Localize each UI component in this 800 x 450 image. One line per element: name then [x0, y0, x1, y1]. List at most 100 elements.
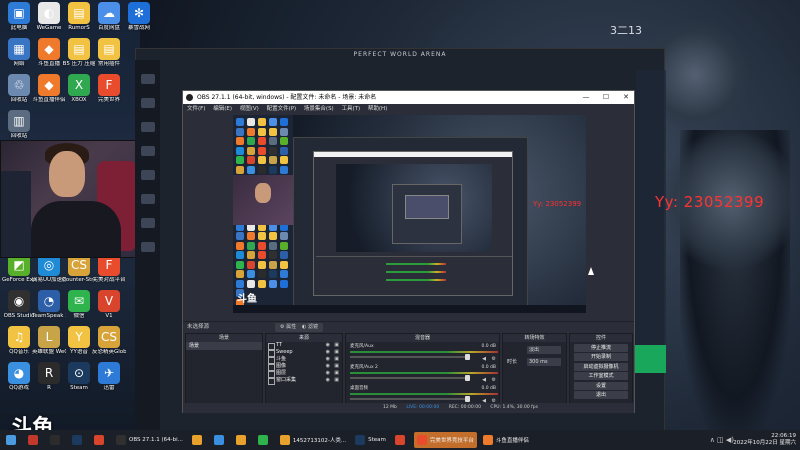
obs-preview[interactable]: Yy: 23052399 斗鱼 — [233, 115, 586, 313]
menu-view[interactable]: 视图(V) — [240, 106, 259, 112]
menu-tools[interactable]: 工具(T) — [341, 106, 360, 112]
taskbar-app[interactable]: OBS 27.1.1 (64-bi... — [113, 432, 186, 448]
desktop-icon[interactable]: ▤ B5 压力 压缩 — [62, 38, 96, 68]
menu-file[interactable]: 文件(F) — [187, 106, 205, 112]
volume-slider[interactable] — [350, 354, 470, 360]
arena-side-button[interactable] — [140, 98, 155, 108]
volume-slider[interactable] — [350, 396, 470, 402]
maximize-button[interactable]: ☐ — [596, 91, 616, 104]
desktop-icon[interactable]: ▣ 此电脑 — [2, 2, 36, 32]
eye-icon[interactable]: ◉ — [326, 377, 330, 384]
taskbar-app[interactable] — [91, 432, 110, 448]
desktop-icon[interactable]: ◩GeForce Experience — [2, 254, 36, 284]
start-recording-button[interactable]: 开始录制 — [574, 353, 628, 361]
taskbar-app[interactable] — [47, 432, 66, 448]
lock-icon[interactable]: ▣ — [334, 356, 339, 363]
duration-input[interactable]: 300 ms — [527, 358, 561, 366]
studio-mode-button[interactable]: 工作室模式 — [574, 372, 628, 380]
system-tray-icons[interactable]: ∧ ◫ ◀) — [710, 436, 734, 444]
eye-icon[interactable]: ◉ — [326, 363, 330, 370]
menu-help[interactable]: 帮助(H) — [368, 106, 387, 112]
arena-side-button[interactable] — [140, 218, 155, 228]
desktop-icon[interactable]: ◉ OBS Studio — [2, 290, 36, 320]
arena-side-button[interactable] — [140, 146, 155, 156]
desktop-icon[interactable]: ◆ 斗鱼直播 — [32, 38, 66, 68]
source-item[interactable]: 图像 ◉ ▣ — [266, 363, 342, 371]
taskbar-app[interactable] — [189, 432, 208, 448]
desktop-icon[interactable]: ✉ 微信 — [62, 290, 96, 320]
speaker-icon[interactable]: ◀ — [482, 377, 486, 383]
close-button[interactable]: ✕ — [616, 91, 636, 104]
desktop-icon[interactable]: F 完美世界 — [92, 74, 126, 104]
desktop-icon[interactable]: Y YY语音 — [62, 326, 96, 356]
taskbar-app[interactable]: 1452713102-人类... — [277, 432, 349, 448]
desktop-icon[interactable]: RR — [32, 362, 66, 392]
desktop-icon[interactable]: ▤ 常用插件 — [92, 38, 126, 68]
menu-profile[interactable]: 配置文件(P) — [267, 106, 297, 112]
exit-button[interactable]: 退出 — [574, 391, 628, 399]
source-item[interactable]: TT ◉ ▣ — [266, 342, 342, 350]
lock-icon[interactable]: ▣ — [334, 349, 339, 356]
taskbar-app[interactable] — [255, 432, 274, 448]
lock-icon[interactable]: ▣ — [334, 363, 339, 370]
source-item[interactable]: Sweep ◉ ▣ — [266, 349, 342, 357]
source-item[interactable]: 图层 ◉ ▣ — [266, 370, 342, 378]
arena-side-button[interactable] — [140, 242, 155, 252]
speaker-icon[interactable]: ◀ — [482, 356, 486, 362]
taskbar-app[interactable] — [211, 432, 230, 448]
menu-edit[interactable]: 编辑(E) — [213, 106, 232, 112]
arena-side-button[interactable] — [140, 170, 155, 180]
taskbar-app[interactable]: Steam — [352, 432, 389, 448]
desktop-icon[interactable]: ◎ 网易UU加速器 — [32, 254, 66, 284]
gear-icon[interactable]: ⚙ — [492, 377, 496, 383]
lock-icon[interactable]: ▣ — [334, 377, 339, 384]
taskbar-app[interactable] — [69, 432, 88, 448]
eye-icon[interactable]: ◉ — [326, 370, 330, 377]
lock-icon[interactable]: ▣ — [334, 342, 339, 349]
arena-side-button[interactable] — [140, 74, 155, 84]
taskbar-app[interactable]: 完美世界竞技平台 — [413, 432, 477, 448]
taskbar-app[interactable] — [233, 432, 252, 448]
desktop-icon[interactable]: ▦ 网络 — [2, 38, 36, 68]
menu-scene-collection[interactable]: 场景集合(S) — [304, 106, 334, 112]
source-item[interactable]: 斗鱼 ◉ ▣ — [266, 356, 342, 364]
desktop-icon[interactable]: ◕ QQ游戏 — [2, 362, 36, 392]
virtual-camera-button[interactable]: 启动虚拟摄像机 — [574, 362, 628, 371]
arena-side-button[interactable] — [140, 122, 155, 132]
desktop-icon[interactable]: L英雄联盟 WeGame版 — [32, 326, 66, 356]
desktop-icon[interactable]: ✻ 暴雪战网 — [122, 2, 156, 32]
start-button[interactable] — [3, 432, 22, 448]
lock-icon[interactable]: ▣ — [334, 370, 339, 377]
desktop-icon[interactable]: V V1 — [92, 290, 126, 320]
desktop-icon[interactable]: ✈ 迅雷 — [92, 362, 126, 392]
desktop-icon[interactable]: ⊙ Steam — [62, 362, 96, 392]
desktop-icon[interactable]: ▥ 回收站 — [2, 110, 36, 140]
taskbar-app[interactable]: 斗鱼直播伴侣 — [480, 432, 532, 448]
volume-slider[interactable] — [350, 375, 470, 381]
desktop-icon[interactable]: CSCounter-Strike Global Off... — [62, 254, 96, 284]
desktop-icon[interactable]: ☁ 百度网盘 — [92, 2, 126, 32]
eye-icon[interactable]: ◉ — [326, 356, 330, 363]
desktop-icon[interactable]: ◆ 斗鱼直播伴侣 — [32, 74, 66, 104]
taskbar-app[interactable] — [392, 432, 411, 448]
minimize-button[interactable]: — — [576, 91, 596, 104]
desktop-icon[interactable]: ♲ 回收站 — [2, 74, 36, 104]
desktop-icon[interactable]: ◐ WeGame — [32, 2, 66, 32]
taskbar-app[interactable] — [25, 432, 44, 448]
source-item[interactable]: 窗口采集 ◉ ▣ — [266, 377, 342, 385]
desktop-icon[interactable]: ♫ QQ音乐 — [2, 326, 36, 356]
settings-button[interactable]: 设置 — [574, 381, 628, 390]
arena-side-button[interactable] — [140, 194, 155, 204]
arena-green-button[interactable] — [633, 345, 666, 373]
desktop-icon[interactable]: ◔ TeamSpeak 3 — [32, 290, 66, 320]
desktop-icon[interactable]: X XBOX — [62, 74, 96, 104]
desktop-icon[interactable]: CS反恐精英Global Offensive — [92, 326, 126, 356]
filters-button[interactable]: ◐ 滤镜 — [297, 323, 323, 332]
desktop-icon[interactable]: F 完美对战平台 — [92, 254, 126, 284]
transition-select[interactable]: 淡出 — [527, 346, 561, 354]
eye-icon[interactable]: ◉ — [326, 349, 330, 356]
scene-item[interactable]: 场景 — [186, 342, 262, 350]
stop-streaming-button[interactable]: 停止推流 — [574, 343, 628, 352]
gear-icon[interactable]: ⚙ — [492, 356, 496, 362]
desktop-icon[interactable]: ▤ RumorS — [62, 2, 96, 32]
